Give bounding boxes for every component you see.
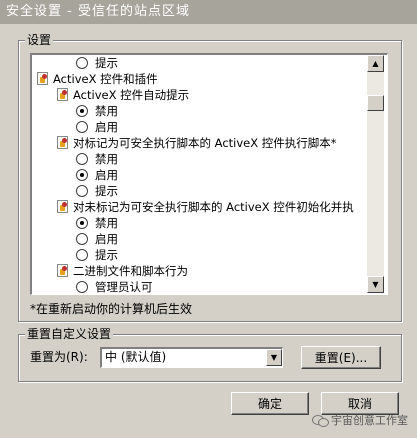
scroll-up-arrow-icon[interactable]: ▲ <box>367 55 384 72</box>
watermark-text: 宇宙创意工作室 <box>331 414 408 427</box>
restart-note: *在重新启动你的计算机后生效 <box>30 302 193 316</box>
list-item-label: 启用 <box>95 232 118 246</box>
reset-to-label: 重置为(R): <box>30 350 88 364</box>
list-item[interactable]: 启用 <box>76 119 118 135</box>
radio-icon[interactable] <box>76 57 88 69</box>
watermark: 宇宙创意工作室 <box>312 409 408 433</box>
list-item[interactable]: 禁用 <box>76 103 118 119</box>
list-item: 对标记为可安全执行脚本的 ActiveX 控件执行脚本* <box>57 135 337 151</box>
list-item-label: 提示 <box>95 184 118 198</box>
list-item-label: 禁用 <box>95 216 118 230</box>
radio-icon[interactable] <box>76 249 88 261</box>
list-item[interactable]: 启用 <box>76 167 118 183</box>
radio-icon[interactable] <box>76 105 88 117</box>
window-title: 安全设置 - 受信任的站点区域 <box>6 4 190 19</box>
scroll-thumb[interactable] <box>367 95 384 111</box>
list-item-label: 提示 <box>95 248 118 262</box>
reset-button[interactable]: 重置(E)... <box>301 346 381 369</box>
list-item[interactable]: 禁用 <box>76 215 118 231</box>
reset-level-select[interactable]: 中 (默认值) ▼ <box>100 347 283 368</box>
settings-list[interactable]: 提示 ActiveX 控件和插件 ActiveX 控件自动提示 禁用 启用 对标… <box>30 53 388 295</box>
ok-button[interactable]: 确定 <box>231 392 309 415</box>
reset-level-value: 中 (默认值) <box>105 350 167 364</box>
settings-gear-icon <box>57 88 68 101</box>
radio-icon[interactable] <box>76 233 88 245</box>
list-item-label: 管理员认可 <box>95 280 153 294</box>
settings-group-label: 设置 <box>25 33 54 47</box>
scroll-down-arrow-icon[interactable]: ▼ <box>367 276 384 293</box>
list-item[interactable]: 启用 <box>76 231 118 247</box>
radio-icon[interactable] <box>76 169 88 181</box>
list-scrollbar[interactable]: ▲ ▼ <box>367 55 384 293</box>
list-item: ActiveX 控件自动提示 <box>57 87 189 103</box>
list-item-label: 对标记为可安全执行脚本的 ActiveX 控件执行脚本* <box>73 136 337 150</box>
list-item-label: 二进制文件和脚本行为 <box>73 264 188 278</box>
settings-gear-icon <box>57 200 68 213</box>
list-item[interactable]: 禁用 <box>76 151 118 167</box>
settings-gear-icon <box>37 72 48 85</box>
list-item-label: 启用 <box>95 168 118 182</box>
radio-icon[interactable] <box>76 217 88 229</box>
list-item-label: 对未标记为可安全执行脚本的 ActiveX 控件初始化并执 <box>73 200 354 214</box>
list-item-label: ActiveX 控件自动提示 <box>73 88 190 102</box>
list-item[interactable]: 管理员认可 <box>76 279 153 294</box>
list-item-label: 禁用 <box>95 104 118 118</box>
radio-icon[interactable] <box>76 281 88 293</box>
list-item-label: 提示 <box>95 56 118 70</box>
list-item: 二进制文件和脚本行为 <box>57 263 188 279</box>
reset-group-label: 重置自定义设置 <box>25 327 114 341</box>
wechat-icon <box>312 413 329 427</box>
list-item[interactable]: 提示 <box>76 55 118 71</box>
list-item[interactable]: 提示 <box>76 183 118 199</box>
radio-icon[interactable] <box>76 153 88 165</box>
list-item-label: 启用 <box>95 120 118 134</box>
window-title-bar[interactable]: 安全设置 - 受信任的站点区域 <box>0 0 417 24</box>
list-item-label: 禁用 <box>95 152 118 166</box>
list-item: 对未标记为可安全执行脚本的 ActiveX 控件初始化并执 <box>57 199 354 215</box>
settings-gear-icon <box>57 136 68 149</box>
list-item-label: ActiveX 控件和插件 <box>53 72 158 86</box>
list-item[interactable]: 提示 <box>76 247 118 263</box>
settings-gear-icon <box>57 264 68 277</box>
chevron-down-icon[interactable]: ▼ <box>266 349 282 366</box>
list-item: ActiveX 控件和插件 <box>37 71 158 87</box>
radio-icon[interactable] <box>76 121 88 133</box>
radio-icon[interactable] <box>76 185 88 197</box>
